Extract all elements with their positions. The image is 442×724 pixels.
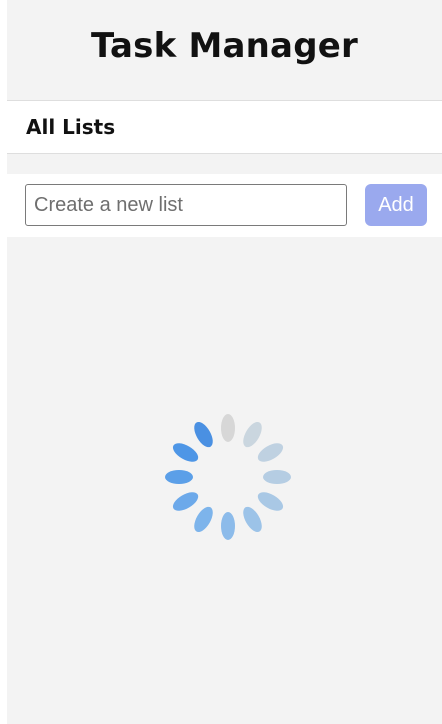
spinner-segment (165, 470, 193, 484)
spinner-segment (221, 414, 235, 442)
spinner-segment (243, 506, 262, 533)
spinner-segment (263, 470, 291, 484)
add-list-button[interactable]: Add (365, 184, 427, 226)
app-header: Task Manager (7, 0, 442, 101)
loading-spinner-icon (165, 414, 291, 540)
new-list-input[interactable] (25, 184, 347, 226)
section-title: All Lists (26, 115, 116, 139)
app-screen: Task Manager All Lists Add (7, 0, 442, 724)
spinner-segment (194, 421, 213, 448)
all-lists-section: All Lists (7, 101, 442, 154)
spinner-segment (172, 492, 199, 511)
spinner-segment (172, 443, 199, 462)
spinner-segment (243, 421, 262, 448)
create-list-form: Add (7, 174, 442, 237)
spinner-segment (257, 443, 284, 462)
spinner-segment (194, 506, 213, 533)
spinner-segment (257, 492, 284, 511)
page-title: Task Manager (91, 26, 358, 66)
spinner-segment (221, 512, 235, 540)
